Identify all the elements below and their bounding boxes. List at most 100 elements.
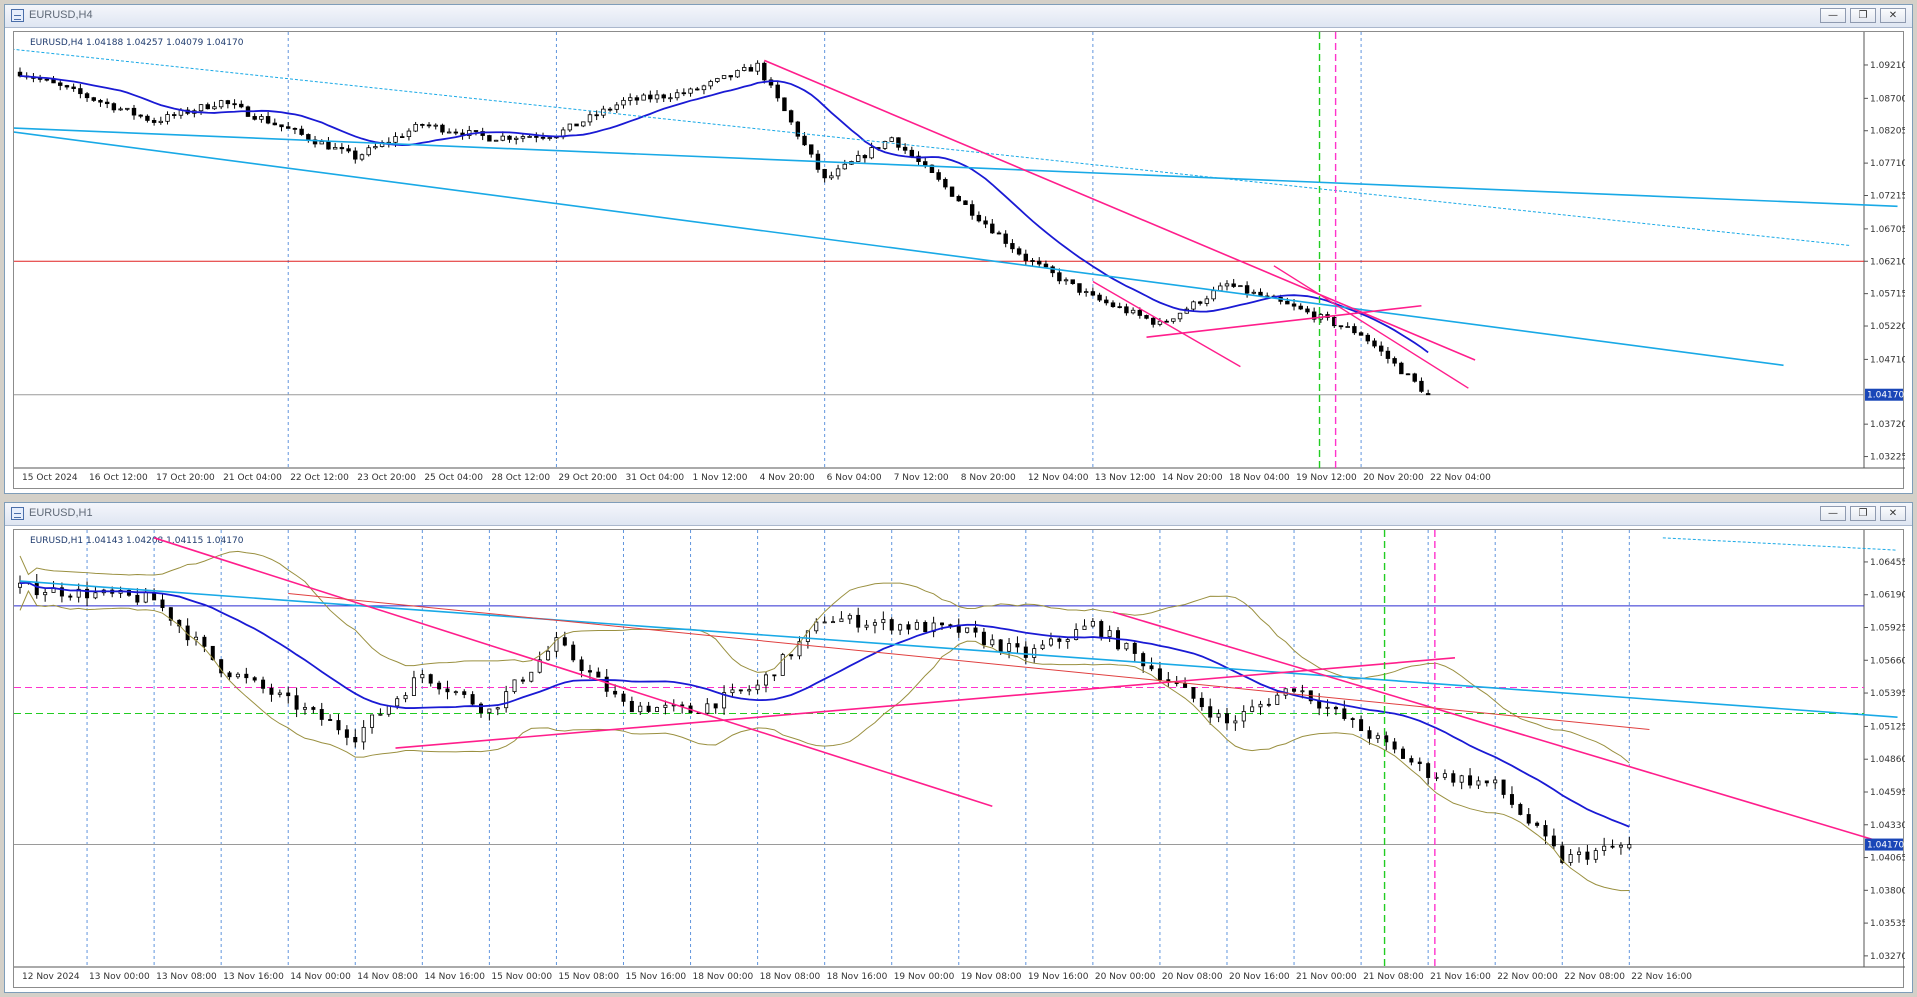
candle-body — [1077, 283, 1082, 293]
candle-body — [969, 204, 975, 216]
window-titlebar[interactable]: EURUSD,H1 — ❐ ✕ — [5, 503, 1912, 526]
candle-body — [574, 123, 579, 127]
candle-body — [1292, 688, 1297, 692]
close-button[interactable]: ✕ — [1880, 506, 1906, 521]
candle-body — [862, 155, 868, 159]
candle-body — [500, 135, 505, 141]
candle-body — [406, 130, 412, 138]
current-price-label: 1.04170 — [1867, 841, 1904, 851]
candle-body — [1216, 713, 1221, 718]
candle-body — [1151, 317, 1156, 325]
candle-body — [1015, 643, 1020, 648]
candle-body — [1238, 285, 1243, 288]
candle-body — [661, 94, 666, 99]
candle-body — [520, 136, 526, 139]
restore-button[interactable]: ❐ — [1850, 8, 1876, 23]
minimize-button[interactable]: — — [1820, 8, 1846, 23]
chart-area[interactable]: EURUSD,H4 1.04188 1.04257 1.04079 1.0417… — [13, 31, 1905, 490]
candle-body — [976, 214, 982, 222]
candle-body — [1412, 373, 1417, 382]
candle-body — [366, 147, 371, 156]
candle-body — [902, 146, 908, 151]
candle-body — [1107, 630, 1112, 638]
candle-body — [1258, 703, 1263, 708]
time-tick-label: 14 Nov 08:00 — [357, 972, 418, 982]
candle-body — [730, 689, 735, 694]
close-button[interactable]: ✕ — [1880, 8, 1906, 23]
chart-window-h1[interactable]: EURUSD,H1 — ❐ ✕ EURUSD,H1 1.04143 1.0420… — [4, 502, 1913, 993]
price-tick-label: 1.03535 — [1870, 919, 1905, 929]
price-tick-label: 1.04595 — [1870, 788, 1905, 798]
time-tick-label: 20 Nov 16:00 — [1229, 972, 1290, 982]
price-chart-svg[interactable]: EURUSD,H4 1.04188 1.04257 1.04079 1.0417… — [14, 32, 1905, 490]
candle-body — [1208, 706, 1213, 718]
candle-body — [1627, 844, 1632, 849]
candle-body — [1365, 334, 1370, 342]
price-chart-svg[interactable]: EURUSD,H1 1.04143 1.04208 1.04115 1.0417… — [14, 530, 1905, 989]
candle-body — [426, 124, 432, 127]
candle-body — [940, 622, 945, 626]
candle-body — [413, 123, 418, 132]
candle-body — [1493, 779, 1498, 784]
candle-body — [782, 97, 787, 112]
time-tick-label: 15 Nov 16:00 — [625, 972, 686, 982]
candle-body — [567, 123, 573, 131]
candle-body — [735, 70, 740, 78]
candle-body — [292, 127, 298, 130]
candle-body — [125, 107, 130, 110]
candle-body — [540, 136, 546, 139]
candle-body — [587, 670, 592, 673]
candle-body — [339, 147, 345, 150]
candle-body — [562, 637, 567, 646]
candle-body — [51, 79, 56, 84]
candle-body — [587, 114, 593, 123]
window-title: EURUSD,H4 — [29, 9, 93, 21]
candle-body — [1137, 309, 1143, 316]
symbol-header: EURUSD,H1 1.04143 1.04208 1.04115 1.0417… — [30, 536, 244, 546]
candle-body — [715, 78, 720, 82]
candle-body — [1417, 761, 1422, 765]
candle-body — [104, 101, 110, 105]
chart-window-h4[interactable]: EURUSD,H4 — ❐ ✕ EURUSD,H4 1.04188 1.0425… — [4, 4, 1913, 494]
price-tick-label: 1.08205 — [1870, 127, 1905, 137]
candle-body — [936, 172, 941, 180]
candle-body — [1593, 850, 1598, 860]
time-tick-label: 13 Nov 08:00 — [156, 972, 217, 982]
candle-body — [158, 120, 164, 123]
candle-body — [581, 121, 586, 127]
candle-body — [1164, 320, 1169, 323]
price-tick-label: 1.04860 — [1870, 755, 1905, 765]
candle-body — [118, 108, 123, 111]
candle-body — [512, 679, 517, 693]
candle-body — [1010, 243, 1015, 250]
candle-body — [822, 621, 827, 624]
candle-body — [613, 690, 618, 695]
time-tick-label: 13 Nov 12:00 — [1095, 473, 1156, 483]
candle-body — [869, 147, 874, 159]
candle-body — [579, 659, 584, 671]
chart-area[interactable]: EURUSD,H1 1.04143 1.04208 1.04115 1.0417… — [13, 529, 1905, 989]
window-titlebar[interactable]: EURUSD,H4 — ❐ ✕ — [5, 5, 1912, 28]
downtrend-line-pink — [153, 537, 993, 807]
candle-body — [346, 148, 351, 152]
time-tick-label: 15 Oct 2024 — [22, 473, 78, 483]
candle-body — [495, 707, 500, 710]
candle-body — [983, 220, 988, 225]
price-tick-label: 1.06705 — [1870, 225, 1905, 235]
candle-body — [336, 720, 341, 731]
candle-body — [1048, 638, 1053, 646]
candle-body — [634, 97, 640, 101]
price-tick-label: 1.09210 — [1870, 61, 1905, 71]
candle-body — [529, 671, 534, 682]
time-tick-label: 21 Oct 04:00 — [223, 473, 282, 483]
minimize-button[interactable]: — — [1820, 506, 1846, 521]
candle-body — [361, 726, 366, 743]
restore-button[interactable]: ❐ — [1850, 506, 1876, 521]
candle-body — [814, 621, 819, 632]
candle-body — [1551, 835, 1556, 847]
candle-body — [143, 592, 148, 603]
price-tick-label: 1.06210 — [1870, 257, 1905, 267]
candle-body — [433, 124, 438, 127]
time-tick-label: 13 Nov 16:00 — [223, 972, 284, 982]
time-tick-label: 22 Oct 12:00 — [290, 473, 349, 483]
